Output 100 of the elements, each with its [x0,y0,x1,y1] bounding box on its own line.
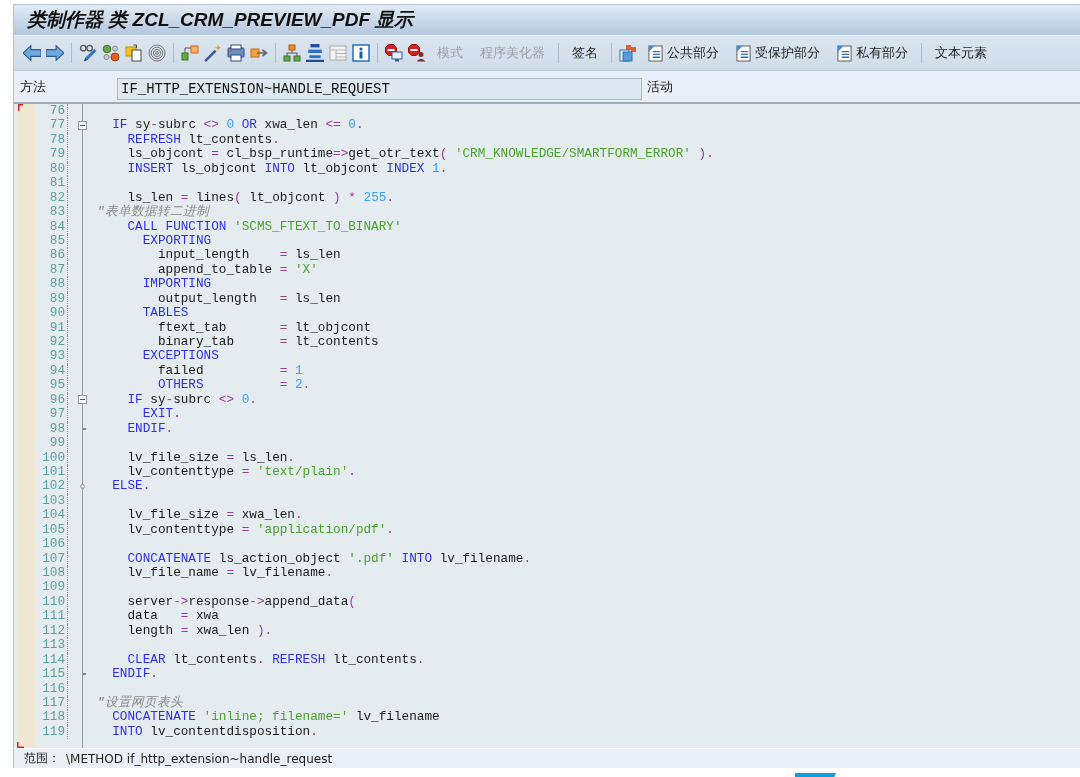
bracket-mark-icon [18,104,23,111]
line-number: 111 [42,608,65,624]
line-number: 79 [49,146,65,162]
code-line: input_length = ls_len [157,248,341,263]
collapse-icon[interactable] [77,395,87,405]
code-line: append_to_table = 'X' [157,262,318,278]
section-button[interactable]: 公共部分 [642,41,725,65]
code-line: CONCATENATE ls_action_object '.pdf' INTO lv_filename. [127,551,532,566]
line-number: 96 [49,391,65,407]
line-number: 93 [49,348,65,364]
code-line: lv_file_size = xwa_len. [127,508,303,523]
stop-sign-monitor-icon[interactable] [385,44,403,62]
code-line: ENDIF. [112,667,158,682]
line-number: 100 [42,449,65,465]
code-line: ENDIF. [127,421,174,437]
line-number: 80 [49,160,65,176]
code-line: binary_tab = lt_contents [157,335,379,350]
block-end-tick-icon [82,673,86,676]
line-number: 95 [49,377,65,393]
code-line: EXPORTING [142,233,212,249]
info-icon[interactable] [352,44,370,62]
line-number: 86 [49,247,65,263]
code-line: TABLES [142,306,189,321]
code-line: EXIT. [142,407,181,422]
connected-squares-icon[interactable] [181,44,199,62]
code-line: failed = 1 [157,363,303,379]
line-number: 108 [42,565,65,580]
line-number: 102 [42,478,65,494]
scope-label: 范围： [24,750,60,767]
method-field[interactable]: IF_HTTP_EXTENSION~HANDLE_REQUEST [117,77,642,100]
stacked-bars-icon[interactable] [306,44,324,62]
hierarchy-icon[interactable] [283,44,301,62]
line-number: 117 [42,694,65,710]
code-line: EXCEPTIONS [142,349,219,364]
code-line: INSERT ls_objcont INTO lt_objcont INDEX 1. [127,161,448,177]
collapse-icon[interactable] [77,121,87,131]
line-number: 92 [49,334,65,349]
document-icon [837,44,852,62]
code-line: IMPORTING [142,277,212,292]
code-line: data = xwa [127,609,219,624]
code-line: output_length = ls_len [157,291,341,307]
code-line: lv_file_size = ls_len. [127,450,295,465]
line-number: 103 [42,492,65,508]
activation-status: 活动 [647,77,673,96]
code-line: ls_objcont = cl_bsp_runtime=>get_otr_text( 'CRM_KNOWLEDGE/SMARTFORM_ERROR' ). [127,147,714,162]
printer-icon[interactable] [227,44,245,62]
linked-circles-icon[interactable] [102,44,120,62]
line-number: 101 [42,463,65,479]
line-number: 106 [42,536,65,552]
forward-arrow-icon[interactable] [46,44,64,62]
glasses-pencil-icon[interactable] [79,44,97,62]
window-title: 类制作器 类 ZCL_CRM_PREVIEW_PDF 显示 [27,8,414,32]
stop-sign-person-icon[interactable] [408,44,426,62]
code-line: IF sy-subrc <> 0. [127,392,257,408]
line-number: 105 [42,521,65,537]
document-icon [648,44,663,62]
line-number: 98 [49,420,65,436]
line-number: 107 [42,550,65,566]
code-line: "表单数据转二进制 [97,205,209,220]
block-end-tick-icon [82,427,86,430]
partial-tab-shape [795,773,836,777]
code-line: CONCATENATE 'inline; filename=' lv_filename [112,710,440,725]
toolbar-button[interactable]: 文本元素 [929,41,993,65]
line-number: 88 [49,276,65,292]
stacked-pages-icon[interactable] [125,44,143,62]
code-line: INTO lv_contentdisposition. [112,724,318,740]
line-number: 114 [42,651,65,667]
code-line: lv_file_name = lv_filename. [127,566,334,581]
line-number: 78 [49,131,65,147]
section-button[interactable]: 私有部分 [831,41,914,65]
bracket-mark-icon [17,742,24,748]
code-line: OTHERS = 2. [157,378,311,393]
line-number: 115 [42,666,65,682]
concentric-circles-icon[interactable] [148,44,166,62]
line-number: 109 [42,579,65,595]
line-number: 76 [49,104,65,118]
code-line: lv_contenttype = 'application/pdf'. [127,522,394,538]
back-arrow-icon[interactable] [23,44,41,62]
code-line: "设置网页表头 [97,695,183,711]
section-button[interactable]: 受保护部分 [730,41,826,65]
code-line: server->response->append_data( [127,594,356,610]
line-number: 97 [49,406,65,422]
code-line: lv_contenttype = 'text/plain'. [127,464,356,480]
line-number: 94 [49,362,65,378]
line-number: 113 [42,637,65,653]
code-line: CALL FUNCTION 'SCMS_FTEXT_TO_BINARY' [127,219,402,234]
line-number: 119 [42,723,65,739]
method-label: 方法 [20,77,46,96]
block-branch-ring-icon [79,484,85,490]
line-number: 110 [42,593,65,609]
toolbar-button[interactable]: 签名 [566,41,604,65]
line-number: 112 [42,622,65,638]
line-number: 90 [49,305,65,321]
overlapping-documents-icon[interactable] [619,44,637,62]
line-number: 81 [49,175,65,191]
code-line: ls_len = lines( lt_objcont ) * 255. [127,190,394,205]
document-icon [736,44,751,62]
line-number: 89 [49,290,65,306]
line-number: 84 [49,218,65,234]
magic-wand-icon[interactable] [204,44,222,62]
